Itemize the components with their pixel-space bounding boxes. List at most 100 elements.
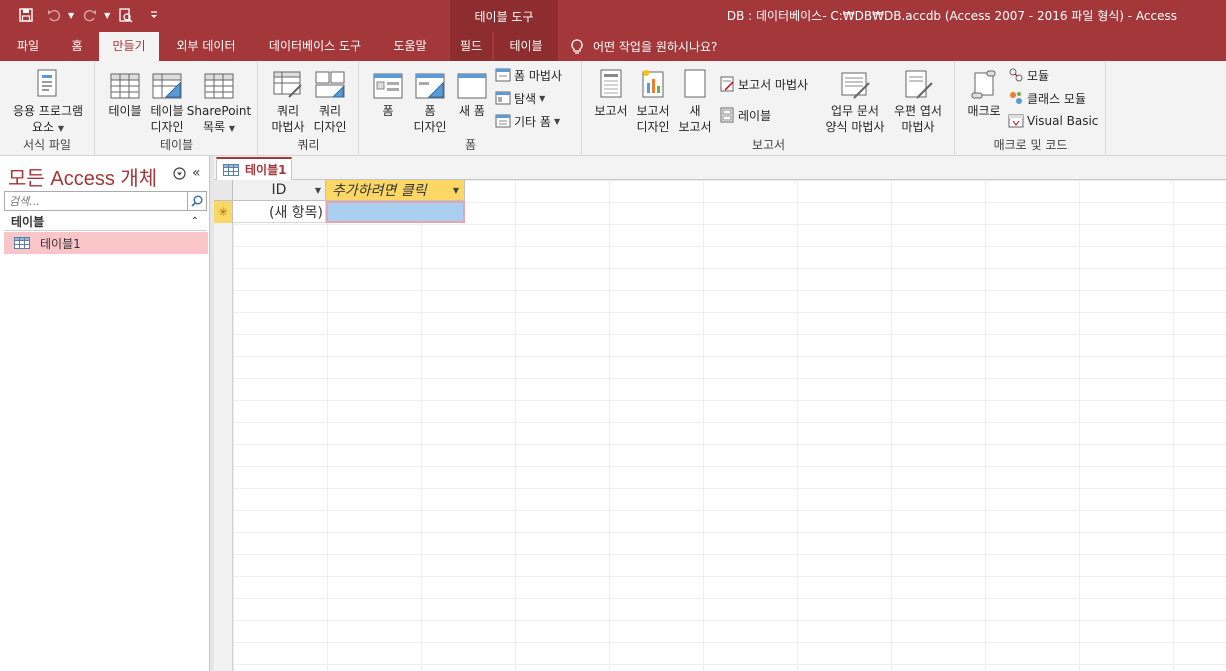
tell-me-box[interactable]: 어떤 작업을 원하시나요? [571,32,717,61]
group-label-macros: 매크로 및 코드 [993,138,1068,152]
business-form-wizard-button[interactable]: 업무 문서 양식 마법사 [819,67,891,135]
document-tab-label: 테이블1 [245,163,287,177]
report-button[interactable]: 보고서 [591,67,631,119]
form-design-label-2: 디자인 [413,120,447,134]
query-wizard-button[interactable]: 쿼리 마법사 [267,67,309,135]
report-wizard-button[interactable]: 보고서 마법사 [719,74,808,94]
macro-label: 매크로 [967,104,1001,118]
document-tab-table1[interactable]: 테이블1 [216,157,292,180]
query-wizard-icon [271,67,305,99]
visual-basic-button[interactable]: Visual Basic [1008,111,1098,131]
form-button[interactable]: 폼 [370,67,406,119]
group-label-templates: 서식 파일 [23,138,71,152]
form-label: 폼 [382,104,394,118]
class-module-button[interactable]: 클래스 모듈 [1008,88,1086,108]
tab-database-tools[interactable]: 데이터베이스 도구 [255,32,375,61]
sharepoint-lists-button[interactable]: SharePoint 목록 ▼ [187,67,251,137]
new-record-asterisk-icon[interactable]: ✳ [214,201,233,223]
collapse-pane-icon[interactable]: « [192,165,201,181]
blank-form-button[interactable]: 새 폼 [454,67,490,119]
visual-basic-label: Visual Basic [1027,114,1099,128]
report-icon [594,67,628,99]
labels-button[interactable]: 레이블 [719,105,771,125]
tab-file[interactable]: 파일 [3,32,53,61]
more-forms-icon [495,113,511,129]
new-record-add-cell[interactable] [326,201,465,223]
labels-label: 레이블 [738,108,772,123]
nav-item-table1[interactable]: 테이블1 [4,232,208,254]
report-design-button[interactable]: 보고서 디자인 [633,67,673,135]
column-id-dropdown-icon[interactable]: ▼ [315,186,321,195]
select-all-corner[interactable] [214,180,233,201]
document-area: 테이블1 ID ▼ 추가하려면 클릭 ▼ ✳ (새 항목) [214,156,1226,671]
sharepoint-list-icon [202,67,236,99]
tab-create[interactable]: 만들기 [99,32,159,61]
class-module-icon [1008,90,1024,106]
query-design-button[interactable]: 쿼리 디자인 [309,67,351,135]
blank-report-button[interactable]: 새 보고서 [675,67,715,135]
nav-search-input[interactable] [5,192,187,210]
nav-menu-dropdown-icon[interactable] [173,166,186,180]
query-wizard-label-2: 마법사 [271,120,305,134]
table-design-button[interactable]: 테이블 디자인 [146,67,188,135]
labels-icon [719,107,735,123]
tab-external-data[interactable]: 외부 데이터 [162,32,250,61]
more-forms-button[interactable]: 기타 폼 ▼ [495,111,560,131]
form-design-button[interactable]: 폼 디자인 [410,67,450,135]
new-record-id-cell[interactable]: (새 항목) [233,201,326,223]
navigation-button[interactable]: 탐색 ▼ [495,88,545,108]
module-icon [1008,67,1024,83]
group-label-tables: 테이블 [159,138,194,152]
macro-button[interactable]: 매크로 [962,67,1006,119]
redo-icon[interactable] [78,4,102,26]
blank-report-label-2: 보고서 [678,120,712,134]
lightbulb-icon [571,38,583,54]
app-parts-button[interactable]: 응용 프로그램 요소 ▼ [6,67,90,137]
postcard-icon [901,67,935,99]
form-design-icon [413,67,447,99]
column-header-click-to-add[interactable]: 추가하려면 클릭 ▼ [326,180,465,201]
click-to-add-dropdown-icon[interactable]: ▼ [453,186,459,195]
undo-dropdown-icon[interactable]: ▼ [68,11,74,20]
navigation-pane: 모든 Access 개체 « 테이블 ⌃ 테이블1 [0,156,210,671]
navigation-form-icon [495,90,511,106]
module-label: 모듈 [1027,68,1050,83]
query-design-icon [313,67,347,99]
collapse-section-icon[interactable]: ⌃ [191,216,199,227]
ribbon-tabs: 파일 홈 만들기 외부 데이터 데이터베이스 도구 도움말 필드 테이블 어떤 … [0,32,1226,61]
nav-item-label: 테이블1 [40,236,81,251]
tab-home[interactable]: 홈 [55,32,99,61]
macro-scroll-icon [967,67,1001,99]
search-icon[interactable] [187,192,206,210]
table-button[interactable]: 테이블 [104,67,146,119]
table-design-label-1: 테이블 [150,104,184,118]
group-queries: 쿼리 마법사 쿼리 디자인 쿼리 [259,61,359,156]
query-design-label-1: 쿼리 [318,104,342,118]
form-wizard-button[interactable]: 폼 마법사 [495,65,562,85]
visual-basic-icon [1008,113,1024,129]
app-parts-icon [31,67,65,99]
column-header-id[interactable]: ID ▼ [233,180,326,201]
module-button[interactable]: 모듈 [1008,65,1049,85]
tab-help[interactable]: 도움말 [380,32,440,61]
undo-icon[interactable] [42,4,66,26]
group-label-reports: 보고서 [751,138,786,152]
nav-section-tables[interactable]: 테이블 ⌃ [4,213,207,231]
customize-qat-icon[interactable] [142,4,166,26]
report-wizard-label: 보고서 마법사 [738,77,809,92]
query-wizard-label-1: 쿼리 [276,104,300,118]
print-preview-icon[interactable] [114,4,138,26]
tab-fields[interactable]: 필드 [450,32,492,61]
report-label: 보고서 [594,104,628,118]
table-label: 테이블 [108,104,142,118]
click-to-add-label: 추가하려면 클릭 [332,183,427,199]
app-parts-label-2: 요소 ▼ [31,120,65,134]
tab-table[interactable]: 테이블 [494,32,558,61]
form-design-label-1: 폼 [424,104,436,118]
save-icon[interactable] [14,4,38,26]
nav-pane-title[interactable]: 모든 Access 개체 [8,162,157,191]
postcard-wizard-button[interactable]: 우편 엽서 마법사 [889,67,947,135]
navigation-dropdown-icon: ▼ [539,93,546,103]
datasheet-grid[interactable]: ID ▼ 추가하려면 클릭 ▼ ✳ (새 항목) [214,180,1226,671]
redo-dropdown-icon[interactable]: ▼ [104,11,110,20]
